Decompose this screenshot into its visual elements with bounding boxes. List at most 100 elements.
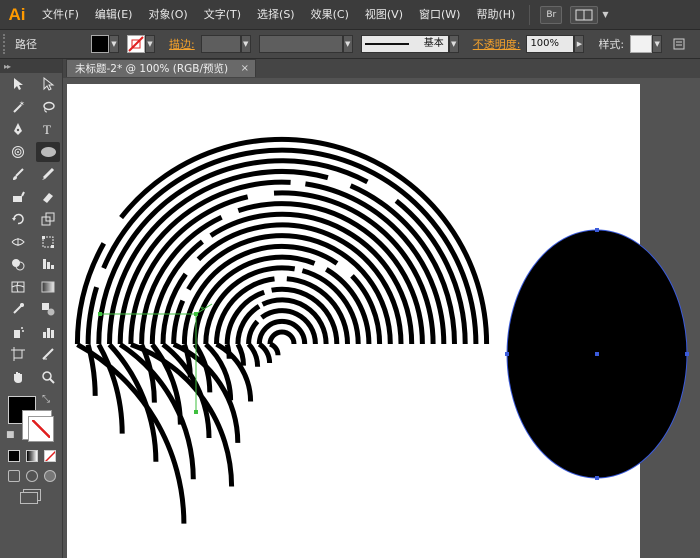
menu-type[interactable]: 文字(T): [196, 0, 249, 30]
menu-edit[interactable]: 编辑(E): [87, 0, 141, 30]
direct-selection-tool[interactable]: [36, 74, 60, 94]
bridge-button[interactable]: Br: [540, 5, 563, 24]
opacity-dropdown-arrow[interactable]: ▶: [574, 35, 585, 53]
direct-arrow-icon: [43, 77, 55, 91]
control-bar: 路径 ▼ ▼ 描边: ▼ ▼ 基本 ▼ 不透明度: 100% ▶ 样式: ▼: [0, 30, 700, 59]
variable-width-field[interactable]: [258, 35, 343, 53]
graphic-style-dropdown[interactable]: ▼: [652, 35, 663, 53]
eraser-icon: [43, 192, 53, 203]
menu-view[interactable]: 视图(V): [357, 0, 411, 30]
pen-tool[interactable]: [6, 119, 30, 139]
style-label: 样式:: [598, 38, 625, 51]
selection-tool[interactable]: [6, 74, 30, 94]
shape-builder-icon: [12, 259, 25, 271]
svg-text:T: T: [43, 122, 51, 136]
magic-wand-tool[interactable]: ✶: [6, 97, 30, 117]
close-icon[interactable]: ×: [235, 63, 255, 74]
artboard-tool[interactable]: [6, 344, 30, 364]
brush-style-label: 基本: [423, 38, 444, 49]
fill-dropdown-arrow[interactable]: ▼: [109, 35, 119, 53]
mesh-tool[interactable]: [6, 277, 30, 297]
document-tab-title: 未标题-2* @ 100% (RGB/预览): [75, 63, 229, 75]
draw-behind-button[interactable]: [26, 470, 38, 482]
blend-tool[interactable]: [36, 299, 60, 319]
swap-fill-stroke-icon[interactable]: ⤡: [42, 394, 50, 405]
lasso-tool[interactable]: [36, 97, 60, 117]
width-tool[interactable]: [6, 232, 30, 252]
variable-width-dropdown[interactable]: ▼: [342, 35, 353, 53]
brush-definition-dropdown[interactable]: ▼: [448, 35, 459, 53]
tools-panel-header[interactable]: ▸▸: [0, 59, 62, 73]
document-tab[interactable]: 未标题-2* @ 100% (RGB/预览) ×: [66, 59, 256, 77]
fill-color-swatch[interactable]: [91, 35, 109, 53]
document-setup-button[interactable]: [670, 35, 688, 53]
ellipse-icon: [40, 146, 56, 157]
column-graph-tool[interactable]: [36, 322, 60, 342]
fill-stroke-widget: ⤡ ■: [0, 394, 62, 444]
menu-select[interactable]: 选择(S): [249, 0, 303, 30]
zoom-tool[interactable]: [36, 367, 60, 387]
opacity-label[interactable]: 不透明度:: [467, 36, 527, 52]
paintbrush-tool[interactable]: [6, 164, 30, 184]
menu-file[interactable]: 文件(F): [34, 0, 87, 30]
spiral-icon: [12, 145, 24, 158]
stroke-color-swatch[interactable]: [127, 35, 145, 53]
eyedropper-icon: [13, 303, 24, 314]
menu-effect[interactable]: 效果(C): [303, 0, 357, 30]
lasso-icon: [43, 101, 55, 113]
eraser-tool[interactable]: [36, 187, 60, 207]
eyedropper-tool[interactable]: [6, 299, 30, 319]
menu-divider: [529, 4, 531, 25]
stroke-weight-label[interactable]: 描边:: [163, 36, 201, 52]
stroke-swatch[interactable]: [22, 410, 53, 441]
free-transform-tool[interactable]: [36, 232, 60, 252]
slice-tool[interactable]: [36, 344, 60, 364]
color-mode-button[interactable]: [8, 450, 20, 462]
slice-icon: [42, 348, 54, 360]
menu-bar: Ai 文件(F) 编辑(E) 对象(O) 文字(T) 选择(S) 效果(C) 视…: [0, 0, 700, 30]
stroke-dropdown-arrow[interactable]: ▼: [145, 35, 155, 53]
menu-object[interactable]: 对象(O): [140, 0, 195, 30]
scale-tool[interactable]: [36, 209, 60, 229]
symbol-sprayer-tool[interactable]: [6, 322, 30, 342]
pencil-icon: [42, 168, 55, 181]
type-tool[interactable]: T: [36, 119, 60, 139]
perspective-grid-icon: [43, 259, 54, 270]
symbol-sprayer-icon: [14, 326, 24, 338]
arrow-icon: [14, 78, 23, 91]
perspective-grid-tool[interactable]: [36, 254, 60, 274]
ellipse-tool[interactable]: [36, 141, 60, 162]
gradient-mode-button[interactable]: [26, 450, 38, 462]
svg-text:⌖: ⌖: [200, 304, 204, 312]
menu-window[interactable]: 窗口(W): [411, 0, 468, 30]
svg-text:✶: ✶: [19, 100, 25, 108]
tools-panel: ▸▸ ✶ T ⤡ ■: [0, 59, 63, 558]
brush-definition-field[interactable]: 基本: [360, 35, 449, 53]
graphic-style-swatch[interactable]: [630, 35, 653, 53]
magic-wand-icon: ✶: [13, 100, 25, 113]
shape-builder-tool[interactable]: [6, 254, 30, 274]
none-mode-button[interactable]: [44, 450, 56, 462]
chevron-down-icon[interactable]: ▼: [602, 10, 608, 19]
draw-normal-button[interactable]: [8, 470, 20, 482]
gradient-tool[interactable]: [36, 277, 60, 297]
hand-tool[interactable]: [6, 367, 30, 387]
spiral-tool[interactable]: [6, 142, 30, 162]
opacity-input[interactable]: 100%: [526, 35, 575, 53]
default-fill-stroke-icon[interactable]: ■: [6, 430, 15, 440]
blend-icon: [42, 303, 55, 316]
screen-mode-button[interactable]: [20, 492, 38, 504]
arrange-documents-button[interactable]: [570, 5, 599, 24]
scale-icon: [41, 212, 55, 226]
blob-brush-tool[interactable]: [6, 187, 30, 207]
draw-inside-button[interactable]: [44, 470, 56, 482]
type-icon: T: [43, 122, 51, 136]
pencil-tool[interactable]: [36, 164, 60, 184]
object-type-label: 路径: [15, 38, 37, 51]
stroke-weight-dropdown[interactable]: ▼: [240, 35, 251, 53]
rotate-tool[interactable]: [6, 209, 30, 229]
stroke-weight-field[interactable]: [200, 35, 241, 53]
brush-stroke-preview: [364, 43, 409, 45]
menu-help[interactable]: 帮助(H): [468, 0, 523, 30]
illustrator-window: Ai 文件(F) 编辑(E) 对象(O) 文字(T) 选择(S) 效果(C) 视…: [0, 0, 700, 558]
